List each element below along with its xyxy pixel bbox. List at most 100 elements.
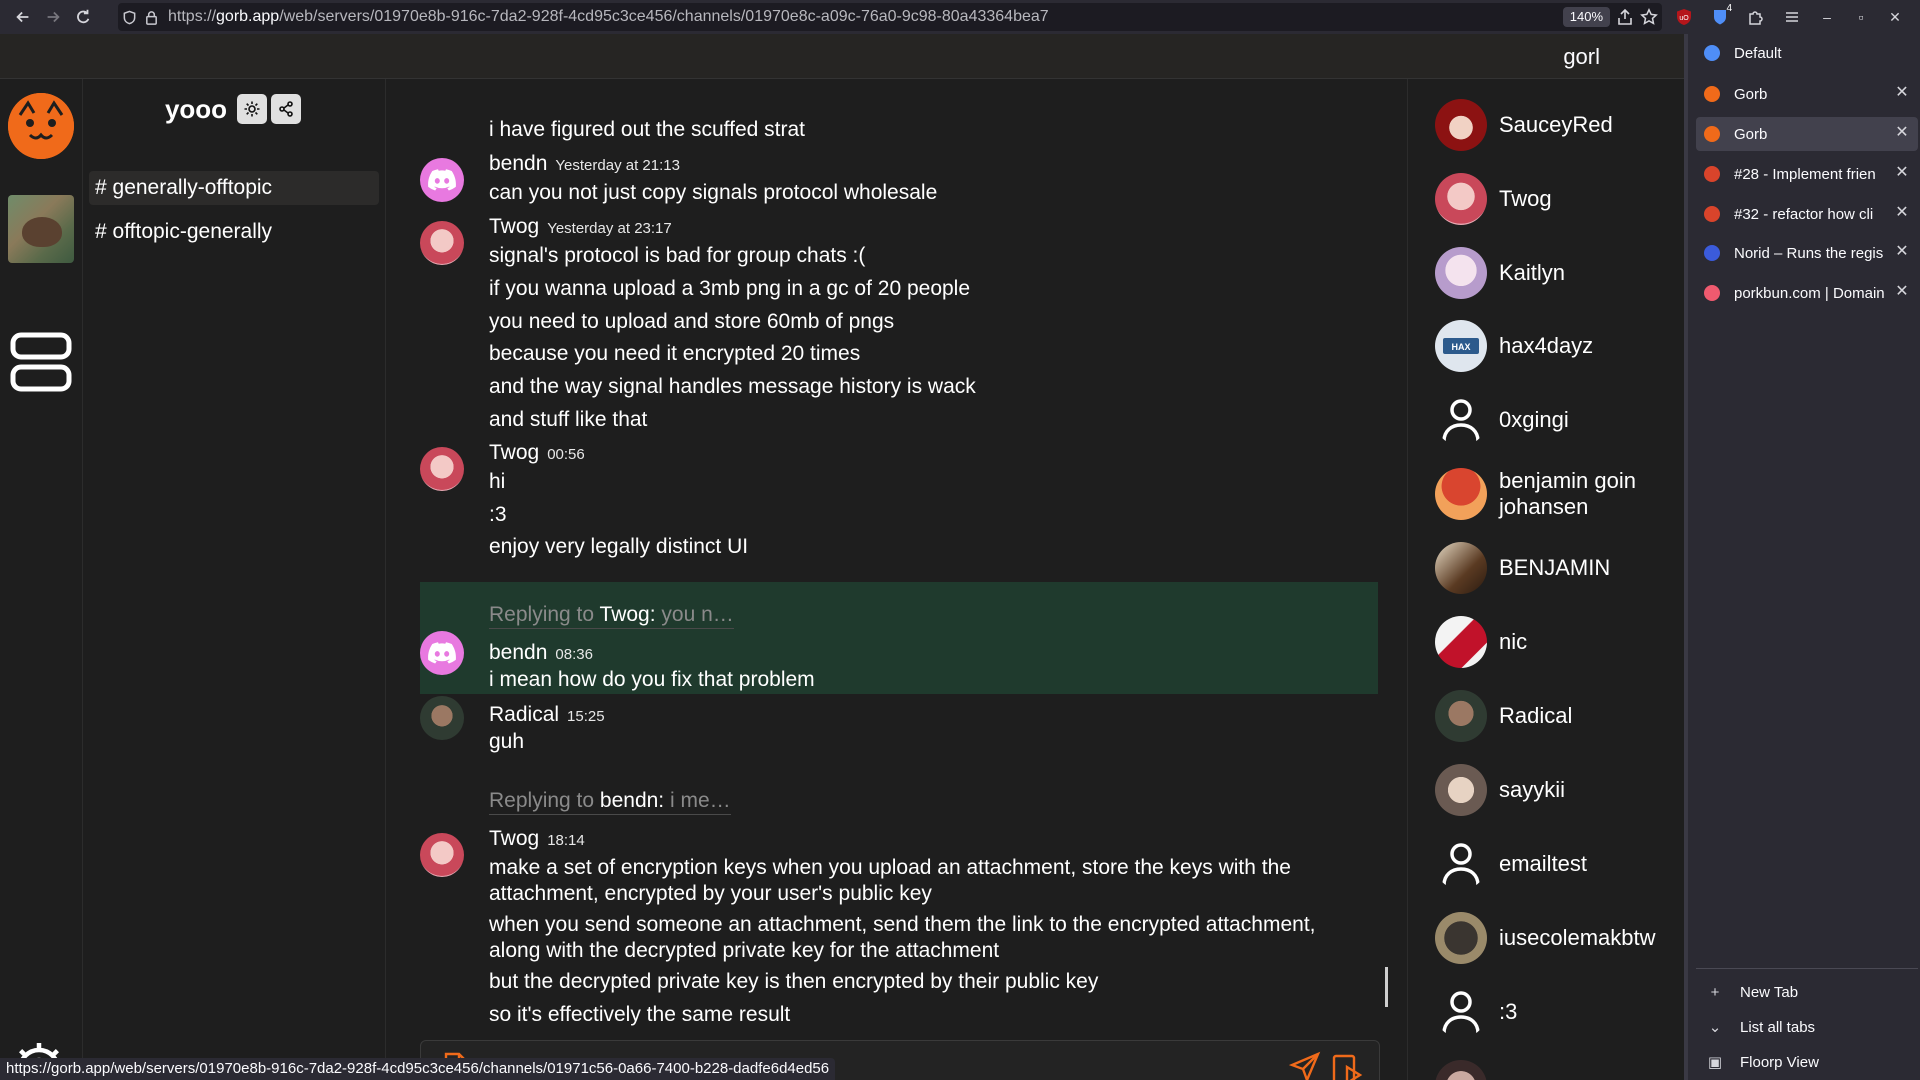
message-author[interactable]: Twog Yesterday at 23:17 [489,215,672,239]
member-item[interactable]: Kaitlyn [1435,243,1684,303]
tab-item-active[interactable]: Gorb ✕ [1696,117,1918,151]
avatar-bendn[interactable] [420,158,464,202]
member-item[interactable] [1435,1056,1684,1080]
message-author[interactable]: Twog 18:14 [489,827,585,851]
avatar-bendn[interactable] [420,631,464,675]
reload-icon[interactable] [68,0,98,34]
member-item[interactable]: Twog [1435,169,1684,229]
author-name[interactable]: Twog [489,441,539,464]
back-arrow-icon[interactable] [8,0,38,34]
reply-reference[interactable]: Replying to bendn: i me… [489,789,731,815]
channel-offtopic-generally[interactable]: # offtopic-generally [89,215,379,249]
sidebar-divider [1696,968,1918,969]
author-name[interactable]: bendn [489,641,547,664]
close-tab-icon[interactable]: ✕ [1894,165,1910,181]
avatar-twog[interactable] [420,221,464,265]
svg-text:uO: uO [1679,15,1689,22]
topbar-search-text[interactable]: gorl [1563,44,1600,70]
member-item[interactable]: sayykii [1435,760,1684,820]
member-item[interactable]: BENJAMIN [1435,538,1684,598]
author-name[interactable]: Twog [489,215,539,238]
server-icon-beaver[interactable] [8,195,74,263]
message-author[interactable]: bendn 08:36 [489,641,593,665]
close-tab-icon[interactable]: ✕ [1894,244,1910,260]
member-item[interactable]: benjamin goin johansen [1435,464,1684,524]
send-message-icon[interactable] [1288,1051,1321,1080]
gorb-logo[interactable] [8,93,74,159]
member-item[interactable]: HAX hax4dayz [1435,316,1684,376]
tab-item[interactable]: Default [1696,36,1918,70]
new-tab-button[interactable]: + New Tab [1696,977,1918,1007]
channel-generally-offtopic[interactable]: # generally-offtopic [89,171,379,205]
reply-reference[interactable]: Replying to Twog: you n… [489,603,734,629]
svg-text:HAX: HAX [1451,342,1470,352]
tab-item[interactable]: porkbun.com | Domain ✕ [1696,276,1918,310]
lock-icon[interactable] [140,3,162,31]
vertical-tabs-sidebar: Default Gorb ✕ Gorb ✕ #28 - Implement fr… [1684,34,1920,1080]
url-bar[interactable]: https://gorb.app/web/servers/01970e8b-91… [118,3,1662,31]
tracking-shield-icon[interactable] [118,3,140,31]
share-icon[interactable] [1616,8,1634,26]
avatar-radical[interactable] [420,696,464,740]
author-name[interactable]: Radical [489,703,559,726]
message-line: can you not just copy signals protocol w… [489,181,938,204]
tab-item[interactable]: Norid – Runs the regis ✕ [1696,236,1918,270]
generic-user-icon [1435,394,1487,446]
avatar-twog[interactable] [420,833,464,877]
author-name[interactable]: Twog [489,827,539,850]
member-item[interactable]: SauceyRed [1435,95,1684,155]
member-item[interactable]: iusecolemakbtw [1435,908,1684,968]
forward-arrow-icon[interactable] [38,0,68,34]
tab-item[interactable]: Gorb ✕ [1696,77,1918,111]
member-item[interactable]: Radical [1435,686,1684,746]
close-window-icon[interactable]: ✕ [1878,0,1912,34]
share-server-icon[interactable] [271,94,302,124]
member-avatar [1435,99,1487,151]
tab-item[interactable]: #32 - refactor how cli ✕ [1696,197,1918,231]
message-list[interactable]: i have figured out the scuffed strat ben… [386,79,1406,1009]
member-item[interactable]: emailtest [1435,834,1684,894]
tab-title: Gorb [1734,85,1768,103]
extensions-puzzle-icon[interactable] [1738,0,1774,34]
maximize-icon[interactable]: ▫ [1844,0,1878,34]
close-tab-icon[interactable]: ✕ [1894,205,1910,221]
message-author[interactable]: Twog 00:56 [489,441,585,465]
tab-item[interactable]: #28 - Implement frien ✕ [1696,157,1918,191]
avatar-twog[interactable] [420,447,464,491]
menu-hamburger-icon[interactable] [1774,0,1810,34]
git-favicon-icon [1704,166,1720,182]
minimize-icon[interactable]: – [1810,0,1844,34]
member-item[interactable]: :3 [1435,982,1684,1042]
member-avatar [1435,247,1487,299]
media-picker-icon[interactable] [1331,1053,1363,1080]
reply-target-author: Twog: [599,603,656,626]
close-tab-icon[interactable]: ✕ [1894,85,1910,101]
list-all-tabs-button[interactable]: ⌄ List all tabs [1696,1012,1918,1042]
server-list-icon[interactable] [8,329,74,397]
floorp-view-button[interactable]: ▣ Floorp View [1696,1047,1918,1077]
message-line: so it's effectively the same result [489,1003,791,1026]
message-timestamp: 18:14 [547,832,585,849]
close-tab-icon[interactable]: ✕ [1894,284,1910,300]
chevron-down-icon: ⌄ [1708,1019,1722,1036]
message-author[interactable]: bendn Yesterday at 21:13 [489,152,680,176]
bitwarden-icon[interactable]: 4 [1702,0,1738,34]
bookmark-star-icon[interactable] [1640,8,1658,26]
message-timestamp: Yesterday at 21:13 [555,157,680,174]
member-avatar [1435,542,1487,594]
reply-snippet: you n… [661,603,734,626]
zoom-level[interactable]: 140% [1562,7,1610,27]
message-line: you need to upload and store 60mb of png… [489,310,895,333]
message-line: but the decrypted private key is then en… [489,970,1099,993]
ublock-icon[interactable]: uO [1666,0,1702,34]
message-scrollbar[interactable] [1385,967,1388,1007]
server-settings-gear-icon[interactable] [237,94,268,124]
member-item[interactable]: 0xgingi [1435,390,1684,450]
close-tab-icon[interactable]: ✕ [1894,125,1910,141]
tab-title: #32 - refactor how cli [1734,205,1874,223]
member-name: iusecolemakbtw [1499,925,1656,950]
author-name[interactable]: bendn [489,152,547,175]
member-item[interactable]: nic [1435,612,1684,672]
message-line: when you send someone an attachment, sen… [489,913,1316,962]
message-author[interactable]: Radical 15:25 [489,703,605,727]
